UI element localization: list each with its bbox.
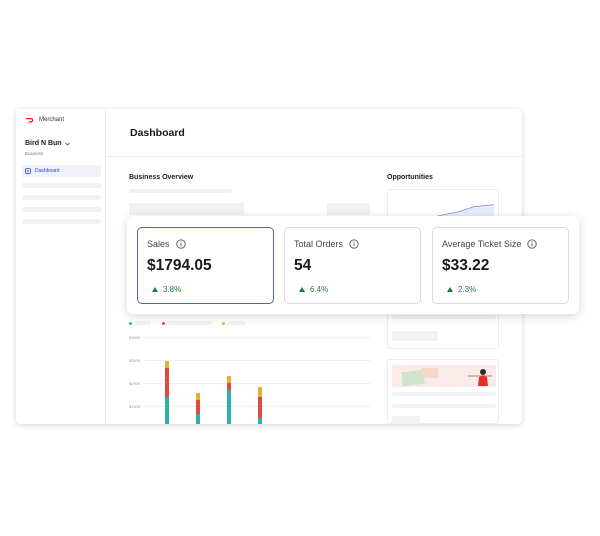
arrow-up-icon	[299, 287, 305, 292]
info-icon[interactable]	[175, 239, 186, 249]
info-icon[interactable]	[349, 239, 359, 249]
dashboard-icon	[25, 168, 31, 174]
gridline	[145, 337, 370, 338]
metric-change: 2.3%	[447, 285, 476, 294]
opportunity-skeleton	[392, 404, 496, 408]
arrow-up-icon	[152, 287, 158, 292]
legend-label-skeleton	[168, 321, 212, 325]
promo-illustration	[392, 365, 496, 387]
metric-label-row: Total Orders	[294, 239, 359, 249]
sidebar-item-dashboard[interactable]: Dashboard	[22, 165, 101, 177]
arrow-up-icon	[447, 287, 453, 292]
metric-value: $1794.05	[147, 257, 212, 274]
store-type: Business	[25, 151, 44, 156]
chart-bar-segment[interactable]	[196, 393, 200, 400]
legend-dot-yellow	[222, 322, 225, 325]
metric-value: $33.22	[442, 257, 490, 274]
sidebar-skeleton	[22, 219, 101, 224]
average-ticket-size-metric-card[interactable]: Average Ticket Size $33.22 2.3%	[432, 227, 569, 304]
chart-bar-segment[interactable]	[258, 387, 262, 397]
chart-bar-segment[interactable]	[227, 390, 231, 424]
page-header: Dashboard	[107, 109, 522, 157]
store-name: Bird N Bun	[25, 140, 62, 147]
sidebar: Merchant Bird N Bun Business Dashboard	[16, 109, 106, 424]
store-selector[interactable]: Bird N Bun	[25, 140, 70, 147]
chart-bar-segment[interactable]	[227, 383, 231, 390]
metric-label-row: Average Ticket Size	[442, 239, 538, 249]
metric-value: 54	[294, 257, 312, 274]
opportunity-skeleton	[392, 392, 496, 396]
opportunity-skeleton	[392, 315, 496, 319]
overview-skeleton	[129, 189, 232, 193]
doordash-logo-icon	[25, 118, 34, 123]
chart-bar-segment[interactable]	[258, 397, 262, 418]
metric-change: 6.4%	[299, 285, 328, 294]
chevron-down-icon	[64, 142, 70, 146]
gridline	[145, 383, 370, 384]
chart-bar-segment[interactable]	[196, 414, 200, 424]
metric-label: Sales	[147, 239, 170, 249]
chart-bar-segment[interactable]	[165, 397, 169, 424]
metric-change-value: 6.4%	[310, 285, 329, 294]
brand-name: Merchant	[39, 117, 65, 123]
info-icon[interactable]	[527, 239, 538, 249]
chart-bar-segment[interactable]	[227, 376, 231, 383]
sidebar-item-label: Dashboard	[35, 168, 60, 174]
y-tick-label: $150K	[129, 404, 141, 409]
page-title: Dashboard	[130, 127, 185, 139]
sidebar-skeleton	[22, 207, 101, 212]
business-overview-title: Business Overview	[129, 174, 194, 181]
sales-metric-card[interactable]: Sales $1794.05 3.8%	[137, 227, 274, 304]
overview-skeleton	[129, 203, 244, 215]
total-orders-metric-card[interactable]: Total Orders 54 6.4%	[284, 227, 421, 304]
legend-label-skeleton	[228, 321, 246, 325]
gridline	[145, 360, 370, 361]
metrics-panel: Sales $1794.05 3.8% Total Orders 54 6.4%	[127, 216, 579, 314]
opportunities-title: Opportunities	[387, 174, 433, 181]
person-icon	[478, 369, 488, 386]
overview-skeleton	[327, 203, 370, 215]
metric-label-row: Sales	[147, 239, 186, 249]
opportunity-skeleton	[392, 331, 438, 341]
sidebar-skeleton	[22, 183, 101, 188]
legend-dot-red	[162, 322, 165, 325]
metric-change: 3.8%	[152, 285, 181, 294]
sidebar-skeleton	[22, 195, 101, 200]
metric-label: Average Ticket Size	[442, 239, 522, 249]
legend-dot-teal	[129, 322, 132, 325]
chart-bar-segment[interactable]	[165, 368, 169, 397]
opportunity-skeleton	[392, 416, 420, 424]
y-tick-label: $200K	[129, 381, 141, 386]
y-tick-label: $250K	[129, 358, 141, 363]
chart-bar-segment[interactable]	[258, 418, 262, 424]
y-tick-label: $300K	[129, 335, 141, 340]
chart-bar-segment[interactable]	[196, 400, 200, 414]
metric-change-value: 2.3%	[458, 285, 477, 294]
brand-logo[interactable]: Merchant	[25, 117, 64, 123]
chart-bar-segment[interactable]	[165, 361, 169, 368]
metric-change-value: 3.8%	[163, 285, 182, 294]
legend-label-skeleton	[135, 321, 151, 325]
metric-label: Total Orders	[294, 239, 344, 249]
opportunity-card[interactable]	[387, 359, 499, 424]
